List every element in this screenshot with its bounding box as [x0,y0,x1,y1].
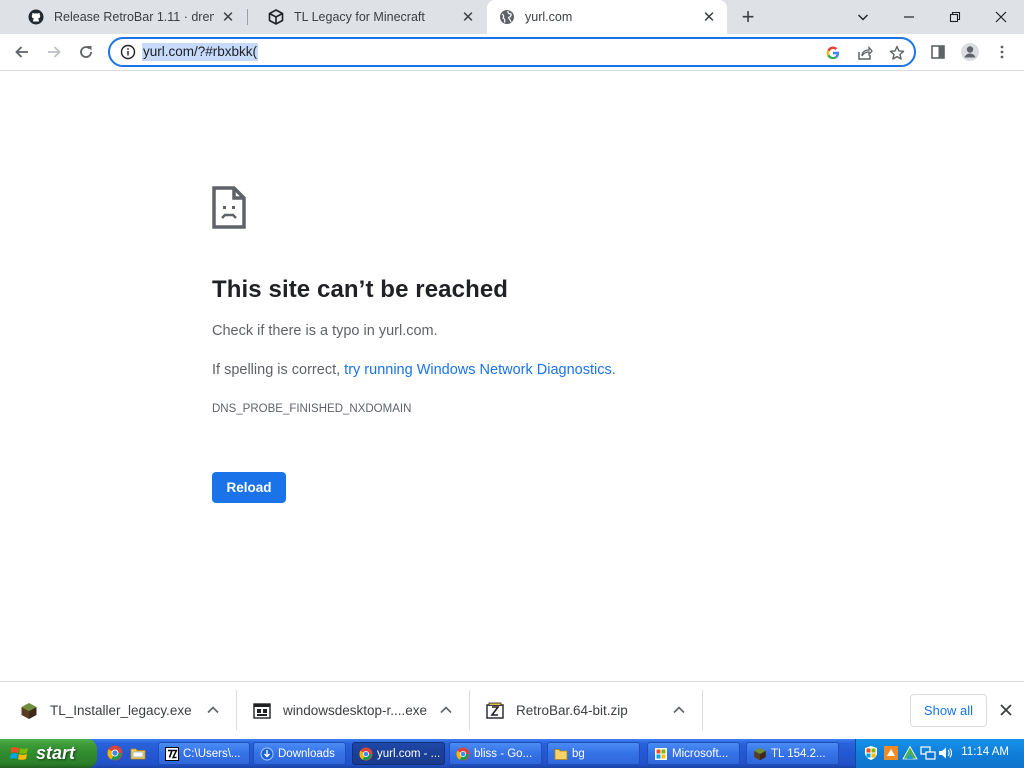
start-label: start [36,743,76,763]
chevron-up-icon[interactable] [205,702,221,718]
address-bar[interactable]: yurl.com/?#rbxbkk( [108,37,916,67]
forward-button[interactable] [40,38,68,66]
taskbar-button-microsoft[interactable]: Microsoft... [647,742,740,765]
folder-icon [554,748,568,760]
network-icon[interactable] [920,745,936,761]
close-tab-icon[interactable]: ✕ [220,9,236,26]
google-lens-icon[interactable] [824,44,842,62]
error-suggestion-typo: Check if there is a typo in yurl.com. [212,323,438,339]
reload-button[interactable]: Reload [212,472,286,503]
diagnostics-prefix: If spelling is correct, [212,362,345,378]
security-shield-icon[interactable] [863,745,879,761]
taskbar-button-tl[interactable]: TL 154.2... [746,742,839,765]
clock[interactable]: 11:14 AM [961,746,1009,758]
zip-icon [486,702,504,719]
download-separator [469,690,470,730]
taskbar-button-yurl[interactable]: yurl.com - ... [352,742,445,765]
download-separator [236,690,237,730]
drive-icon[interactable] [902,745,918,761]
download-filename: TL_Installer_legacy.exe [50,703,192,718]
taskbar-button-label: C:\Users\... [183,747,241,760]
close-tab-icon[interactable]: ✕ [460,9,476,26]
windows-flag-icon [10,746,28,760]
sad-page-icon [212,186,246,229]
store-icon [655,747,667,760]
chevron-up-icon[interactable] [438,702,454,718]
chrome-icon [456,746,470,761]
github-icon [28,9,44,25]
taskbar-button-label: bliss - Go... [474,747,533,760]
taskbar-button-label: bg [572,747,585,760]
restore-button[interactable] [932,0,978,34]
diagnostics-suffix: . [611,362,616,378]
minecraft-block-icon [21,702,37,719]
forward-arrow-icon [48,46,61,58]
taskbar-button-bg[interactable]: bg [547,742,640,765]
reload-toolbar-button[interactable] [72,38,100,66]
back-arrow-icon [15,46,28,58]
error-suggestion-diagnostics: If spelling is correct, try running Wind… [212,362,616,378]
minecraft-block-icon [754,747,766,760]
close-tab-icon[interactable]: ✕ [701,9,717,26]
show-all-downloads-button[interactable]: Show all [910,694,987,727]
error-title: This site can’t be reached [212,276,509,303]
tab-strip: Release RetroBar 1.11 · dremin/R ✕ TL Le… [0,0,1024,34]
download-separator [702,690,703,730]
start-button[interactable]: start [0,739,97,768]
taskbar-button-downloads[interactable]: Downloads [253,742,346,765]
tab-yurl[interactable]: yurl.com ✕ [487,0,727,34]
browser-toolbar: yurl.com/?#rbxbkk( [0,34,1024,71]
tab-tl-legacy[interactable]: TL Legacy for Minecraft ✕ [248,0,486,34]
download-item-windowsdesktop[interactable]: windowsdesktop-r....exe [253,682,465,739]
error-code: DNS_PROBE_FINISHED_NXDOMAIN [212,403,412,415]
chrome-quicklaunch-icon[interactable] [107,745,123,761]
taskbar: start C:\Users\... Downloads yurl.com - … [0,739,1024,768]
network-diagnostics-link[interactable]: try running Windows Network Diagnostics [344,362,612,378]
download-filename: RetroBar.64-bit.zip [516,703,628,718]
7zip-icon [165,746,179,761]
download-item-retrobar[interactable]: RetroBar.64-bit.zip [486,682,698,739]
downloads-icon [260,747,274,760]
taskbar-button-label: Microsoft... [672,747,729,760]
new-tab-button[interactable]: + [736,4,760,29]
side-panel-icon [931,45,945,59]
side-panel-button[interactable] [924,38,952,66]
avatar-icon [961,43,979,61]
close-window-button[interactable] [978,0,1024,34]
taskbar-button-label: Downloads [278,747,335,760]
installer-icon [253,702,271,719]
menu-button[interactable] [988,38,1016,66]
taskbar-button-bliss[interactable]: bliss - Go... [449,742,542,765]
download-filename: windowsdesktop-r....exe [283,703,428,718]
minimize-button[interactable] [886,0,932,34]
share-icon[interactable] [856,44,874,62]
taskbar-button-label: yurl.com - ... [377,747,441,760]
cube-icon [268,9,284,25]
taskbar-button-label: TL 154.2... [771,747,826,760]
profile-button[interactable] [956,38,984,66]
update-icon[interactable] [883,745,899,761]
bookmark-star-icon[interactable] [888,44,906,62]
globe-icon [499,9,515,25]
download-shelf: TL_Installer_legacy.exe windowsdesktop-r… [0,681,1024,739]
kebab-menu-icon [1000,45,1004,59]
download-item-tl-installer[interactable]: TL_Installer_legacy.exe [20,682,232,739]
taskbar-button-7zip[interactable]: C:\Users\... [158,742,250,765]
tab-title: yurl.com [525,10,573,24]
site-info-icon[interactable] [120,44,136,60]
url-text[interactable]: yurl.com/?#rbxbkk( [142,43,259,61]
explorer-quicklaunch-icon[interactable] [130,745,146,761]
tab-search-chevron-icon[interactable] [840,0,886,34]
chrome-icon [359,746,373,761]
back-button[interactable] [8,38,36,66]
volume-icon[interactable] [937,745,953,761]
system-tray: 11:14 AM [855,739,1024,768]
error-page: This site can’t be reached Check if ther… [0,72,1024,681]
chevron-up-icon[interactable] [671,702,687,718]
tab-title: TL Legacy for Minecraft [294,10,425,24]
refresh-icon [80,46,92,58]
tab-title: Release RetroBar 1.11 · dremin/R [54,10,214,24]
tab-retrobar-release[interactable]: Release RetroBar 1.11 · dremin/R ✕ [8,0,246,34]
close-shelf-icon[interactable] [998,702,1014,718]
